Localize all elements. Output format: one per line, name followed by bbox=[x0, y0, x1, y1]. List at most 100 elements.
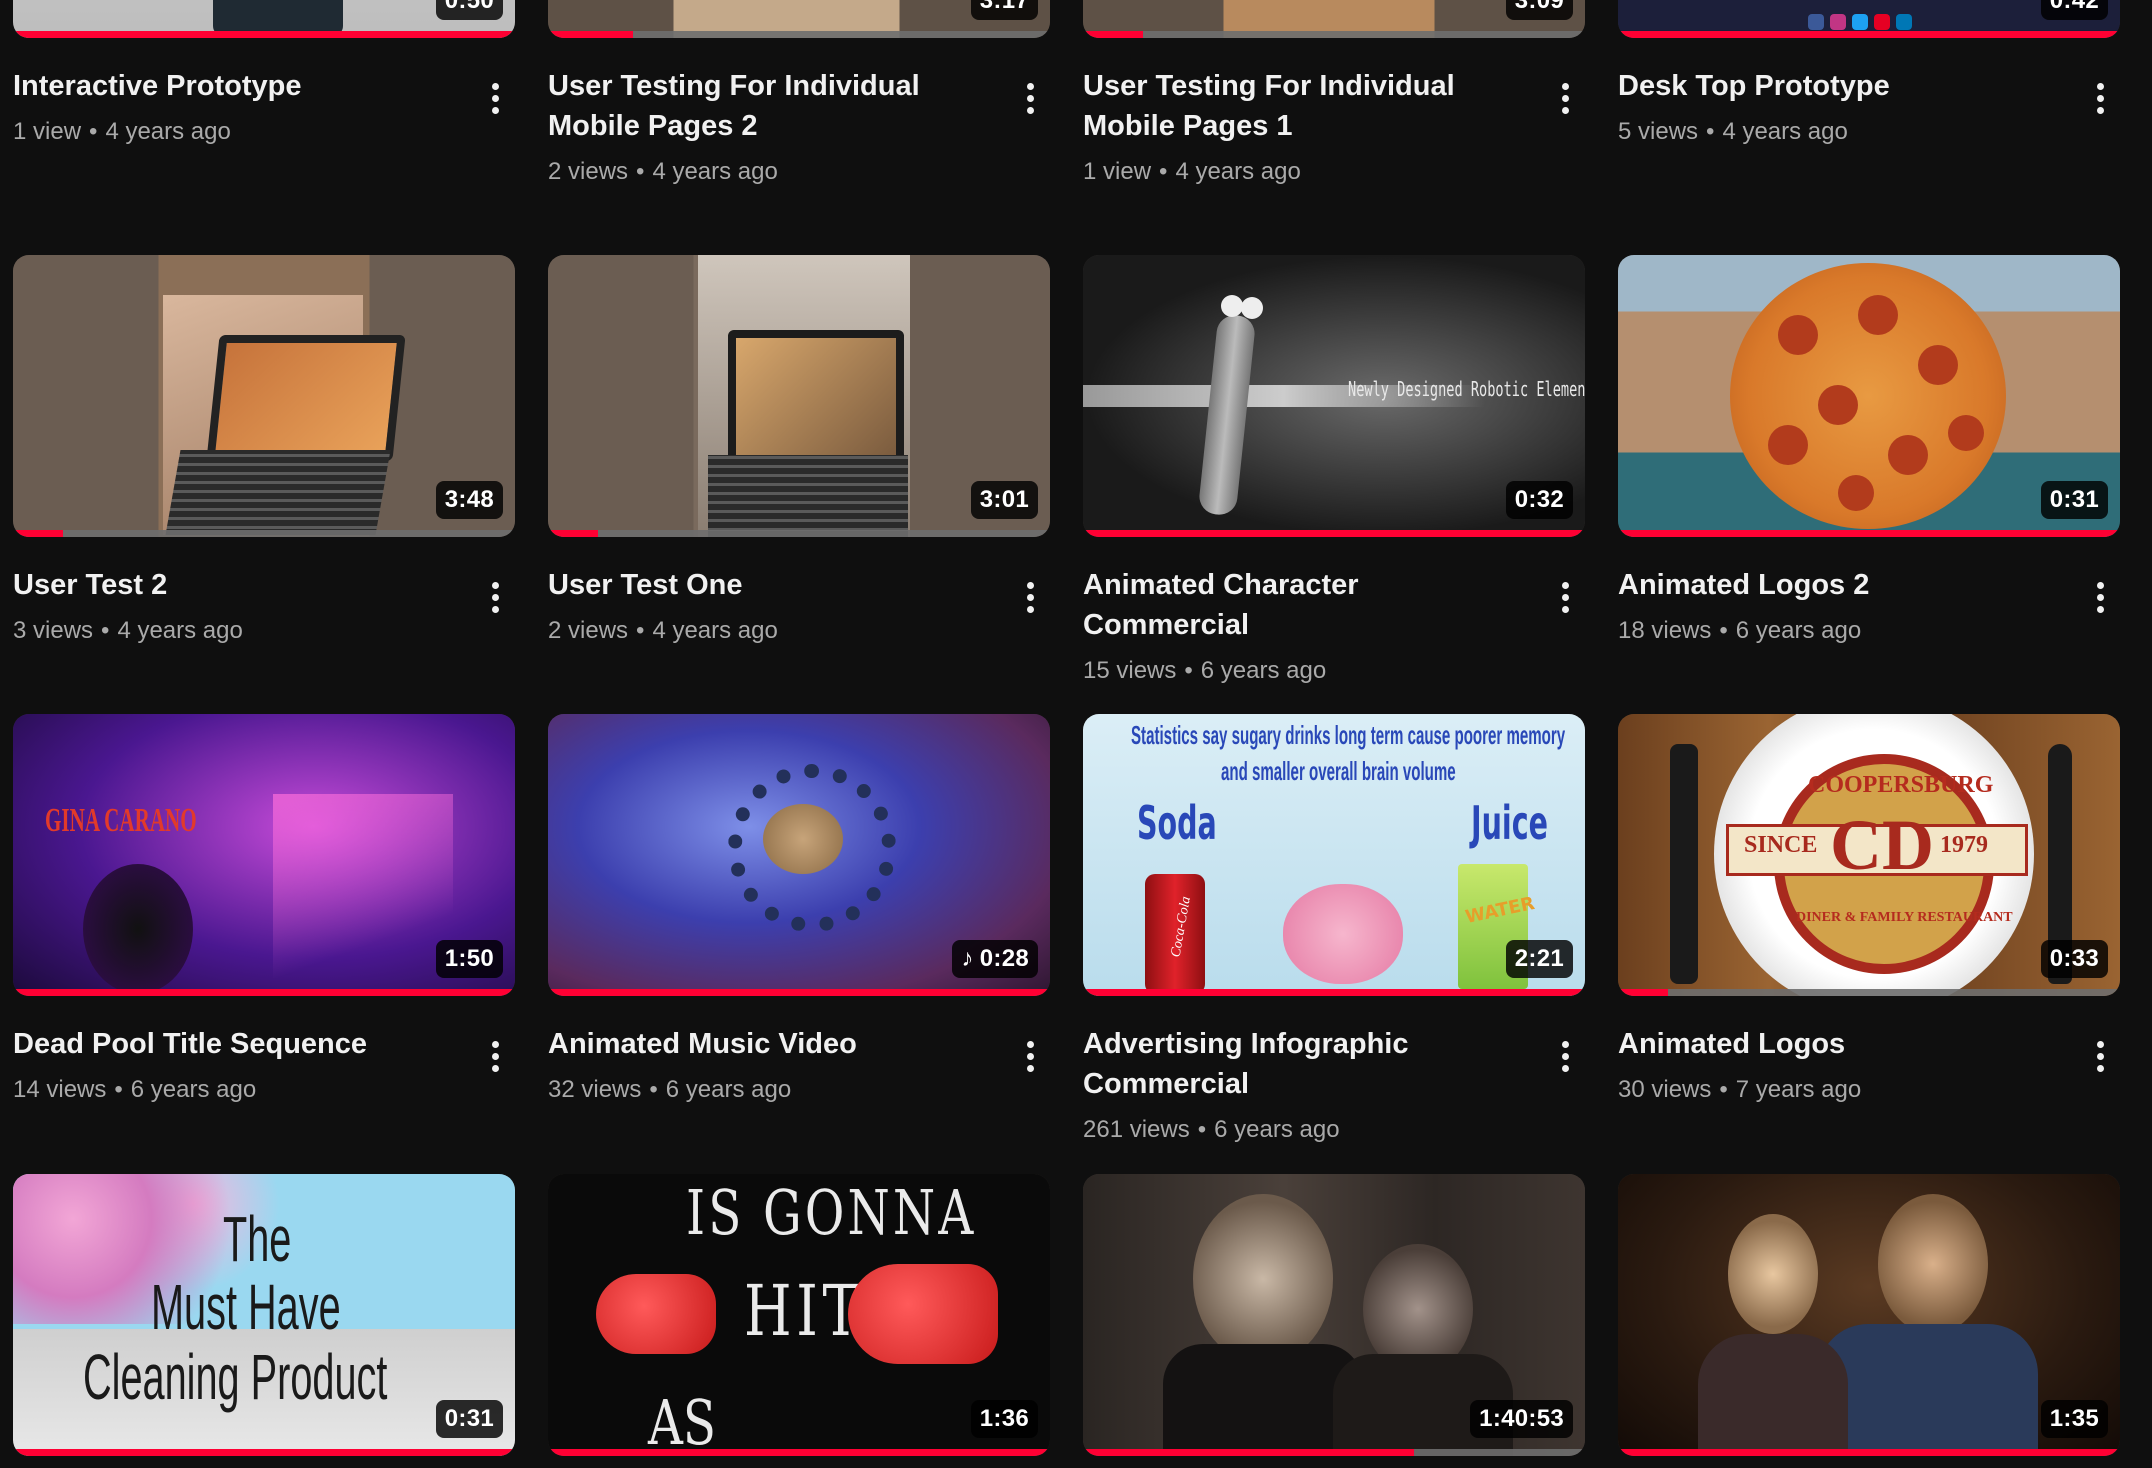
more-vert-icon[interactable] bbox=[1551, 577, 1579, 617]
video-title[interactable]: Animated Music Video bbox=[548, 1024, 992, 1064]
video-title[interactable]: User Testing For Individual Mobile Pages… bbox=[548, 66, 992, 146]
video-card[interactable]: 0:50 Interactive Prototype 1 view • 4 year… bbox=[13, 0, 517, 148]
video-thumbnail[interactable]: Statistics say sugary drinks long term c… bbox=[1083, 714, 1585, 996]
video-card[interactable]: The Must Have Cleaning Product 0:31 bbox=[13, 1174, 517, 1456]
video-thumbnail[interactable]: The Must Have Cleaning Product 0:31 bbox=[13, 1174, 515, 1456]
video-thumbnail[interactable]: 1:35 bbox=[1618, 1174, 2120, 1456]
video-title[interactable]: Animated Character Commercial bbox=[1083, 565, 1527, 645]
more-vert-icon[interactable] bbox=[2086, 1036, 2114, 1076]
more-vert-icon[interactable] bbox=[2086, 577, 2114, 617]
video-duration: 1:50 bbox=[435, 940, 503, 978]
video-thumbnail[interactable]: 3:09 bbox=[1083, 0, 1585, 38]
video-card[interactable]: 3:17 User Testing For Individual Mobile … bbox=[548, 0, 1052, 188]
video-duration: 0:31 bbox=[2040, 481, 2108, 519]
view-count: 261 views bbox=[1083, 1116, 1190, 1143]
upload-age: 4 years ago bbox=[105, 118, 231, 145]
watch-progress-fill bbox=[13, 31, 515, 38]
more-vert-icon[interactable] bbox=[1016, 78, 1044, 118]
video-stats: 32 views • 6 years ago bbox=[548, 1076, 792, 1103]
video-card[interactable]: 3:48 User Test 2 3 views • 4 years ago bbox=[13, 255, 517, 647]
video-title[interactable]: Advertising Infographic Commercial bbox=[1083, 1024, 1527, 1104]
video-title[interactable]: Dead Pool Title Sequence bbox=[13, 1024, 457, 1064]
logo-since-text: SINCE bbox=[1744, 832, 1818, 858]
fork-icon bbox=[1670, 744, 1698, 984]
video-thumbnail[interactable]: GINA CARANO 1:50 bbox=[13, 714, 515, 996]
video-duration: 0:33 bbox=[2040, 940, 2108, 978]
video-duration: 1:36 bbox=[970, 1400, 1038, 1438]
watch-progress-track bbox=[1618, 1449, 2120, 1456]
video-duration: 0:42 bbox=[2040, 0, 2108, 20]
video-thumbnail[interactable]: 3:01 bbox=[548, 255, 1050, 537]
more-vert-icon[interactable] bbox=[1016, 577, 1044, 617]
video-thumbnail[interactable]: COOPERSBURG SINCE 1979 CD DINER & FAMILY… bbox=[1618, 714, 2120, 996]
thumbnail-caption: GINA CARANO bbox=[45, 802, 197, 839]
more-vert-icon[interactable] bbox=[481, 577, 509, 617]
video-title[interactable]: User Testing For Individual Mobile Pages… bbox=[1083, 66, 1527, 146]
logo-monogram: CD bbox=[1830, 805, 1934, 885]
watch-progress-fill bbox=[13, 530, 64, 537]
video-card[interactable]: GINA CARANO 1:50 Dead Pool Title Sequenc… bbox=[13, 714, 517, 1106]
watch-progress-fill bbox=[1618, 530, 2120, 537]
video-duration: 3:09 bbox=[1505, 0, 1573, 20]
video-card[interactable]: Statistics say sugary drinks long term c… bbox=[1083, 714, 1587, 1146]
more-vert-icon[interactable] bbox=[481, 1036, 509, 1076]
view-count: 18 views bbox=[1618, 617, 1712, 644]
video-duration: 3:17 bbox=[970, 0, 1038, 20]
video-duration: 2:21 bbox=[1505, 940, 1573, 978]
video-thumbnail[interactable]: 3:17 bbox=[548, 0, 1050, 38]
video-card[interactable]: 3:01 User Test One 2 views • 4 years ago bbox=[548, 255, 1052, 647]
video-thumbnail[interactable]: 0:42 bbox=[1618, 0, 2120, 38]
video-title[interactable]: Animated Logos 2 bbox=[1618, 565, 2062, 605]
video-title[interactable]: User Test 2 bbox=[13, 565, 457, 605]
video-stats: 2 views • 4 years ago bbox=[548, 158, 778, 185]
watch-progress-fill bbox=[548, 530, 599, 537]
video-stats: 30 views • 7 years ago bbox=[1618, 1076, 1862, 1103]
video-thumbnail[interactable]: 0:50 bbox=[13, 0, 515, 38]
video-card[interactable]: 0:42 Desk Top Prototype 5 views • 4 years … bbox=[1618, 0, 2122, 148]
video-thumbnail[interactable]: 1:40:53 bbox=[1083, 1174, 1585, 1456]
video-duration: 1:40:53 bbox=[1470, 1400, 1573, 1438]
video-thumbnail[interactable]: ♪ 0:28 bbox=[548, 714, 1050, 996]
view-count: 15 views bbox=[1083, 657, 1177, 684]
video-title[interactable]: User Test One bbox=[548, 565, 992, 605]
watch-progress-fill bbox=[548, 989, 1050, 996]
watch-progress-fill bbox=[548, 1449, 1050, 1456]
video-grid: 0:50 Interactive Prototype 1 view • 4 year… bbox=[0, 0, 2152, 1468]
video-card[interactable]: IS GONNA HIT AS 1:36 bbox=[548, 1174, 1052, 1456]
video-thumbnail[interactable]: 0:31 bbox=[1618, 255, 2120, 537]
video-card[interactable]: ♪ 0:28 Animated Music Video 32 views • 6 ye… bbox=[548, 714, 1052, 1106]
watch-progress-track bbox=[548, 1449, 1050, 1456]
video-duration: 3:01 bbox=[970, 481, 1038, 519]
video-duration: ♪ 0:28 bbox=[952, 940, 1038, 978]
watch-progress-fill bbox=[13, 989, 515, 996]
more-vert-icon[interactable] bbox=[2086, 78, 2114, 118]
video-stats: 1 view • 4 years ago bbox=[1083, 158, 1301, 185]
video-duration: 0:50 bbox=[435, 0, 503, 20]
video-thumbnail[interactable]: IS GONNA HIT AS 1:36 bbox=[548, 1174, 1050, 1456]
more-vert-icon[interactable] bbox=[481, 78, 509, 118]
watch-progress-fill bbox=[1618, 1449, 2120, 1456]
video-card[interactable]: Newly Designed Robotic Elements 0:32 Ani… bbox=[1083, 255, 1587, 687]
video-card[interactable]: COOPERSBURG SINCE 1979 CD DINER & FAMILY… bbox=[1618, 714, 2122, 1106]
more-vert-icon[interactable] bbox=[1551, 78, 1579, 118]
video-title[interactable]: Interactive Prototype bbox=[13, 66, 457, 106]
video-card[interactable]: 0:31 Animated Logos 2 18 views • 6 years a… bbox=[1618, 255, 2122, 647]
video-stats: 14 views • 6 years ago bbox=[13, 1076, 257, 1103]
watch-progress-track bbox=[1083, 1449, 1585, 1456]
upload-age: 4 years ago bbox=[1722, 118, 1848, 145]
logo-year-text: 1979 bbox=[1940, 832, 1988, 858]
thumbnail-headline: Statistics say sugary drinks long term c… bbox=[1131, 720, 1566, 750]
video-thumbnail[interactable]: 3:48 bbox=[13, 255, 515, 537]
video-card[interactable]: 1:35 bbox=[1618, 1174, 2122, 1456]
logo-top-text: COOPERSBURG bbox=[1808, 772, 1994, 798]
view-count: 5 views bbox=[1618, 118, 1699, 145]
video-thumbnail[interactable]: Newly Designed Robotic Elements 0:32 bbox=[1083, 255, 1585, 537]
video-card[interactable]: 1:40:53 bbox=[1083, 1174, 1587, 1456]
thumbnail-caption: Cleaning Product bbox=[83, 1341, 388, 1413]
video-card[interactable]: 3:09 User Testing For Individual Mobile … bbox=[1083, 0, 1587, 188]
video-title[interactable]: Animated Logos bbox=[1618, 1024, 2062, 1064]
more-vert-icon[interactable] bbox=[1551, 1036, 1579, 1076]
watch-progress-fill bbox=[13, 1449, 515, 1456]
more-vert-icon[interactable] bbox=[1016, 1036, 1044, 1076]
video-title[interactable]: Desk Top Prototype bbox=[1618, 66, 2062, 106]
